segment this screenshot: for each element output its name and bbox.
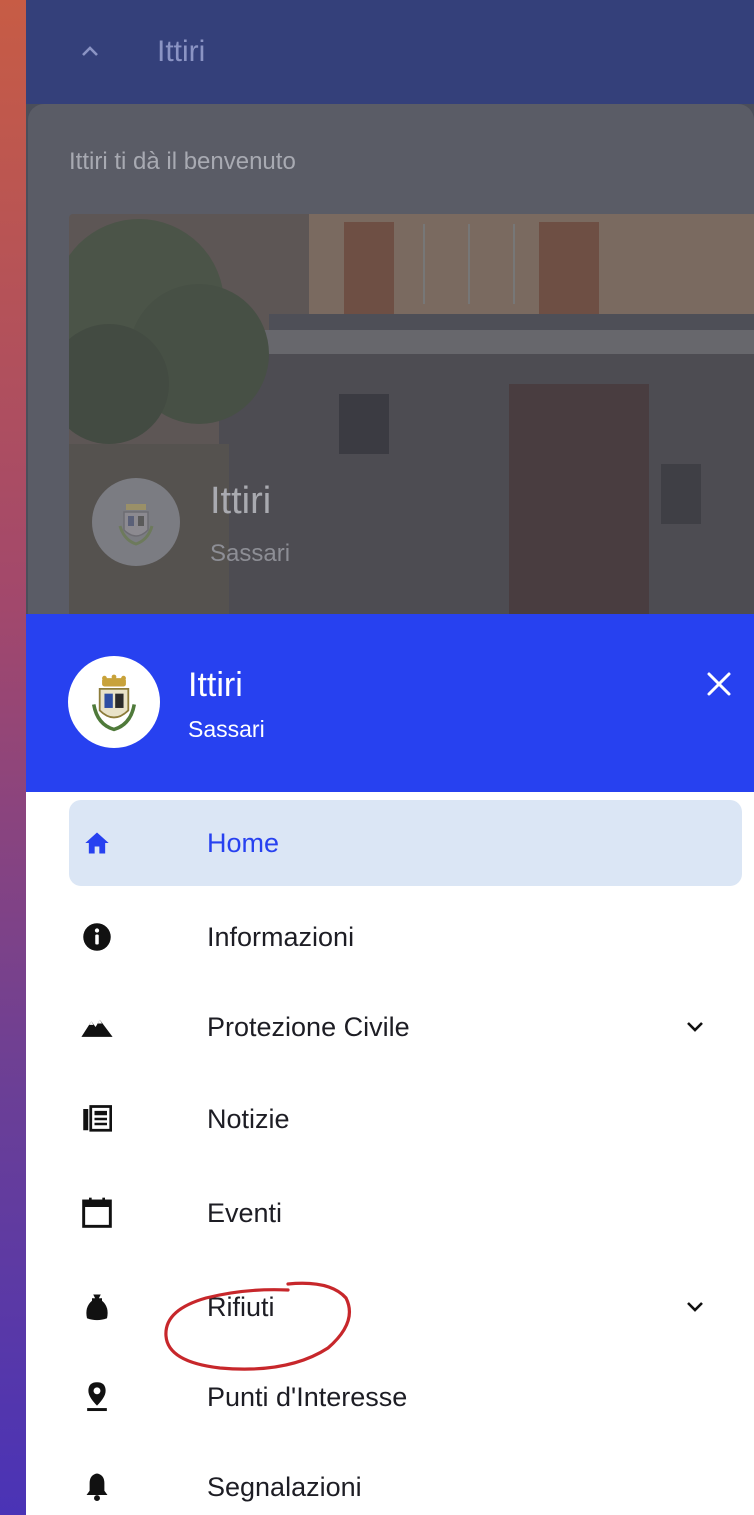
chevron-up-icon[interactable]: [78, 40, 102, 64]
menu-item-label: Home: [207, 827, 280, 858]
town-crest-logo: [92, 478, 180, 566]
map-pin-icon: [79, 1379, 115, 1415]
app-bar-title: Ittiri: [157, 35, 206, 68]
phone-screen: Ittiri Ittiri ti dà il benvenuto Ittiri …: [26, 0, 754, 1515]
menu-item-label: Eventi: [207, 1197, 283, 1228]
menu-item-informazioni[interactable]: Informazioni: [69, 894, 742, 980]
menu-item-segnalazioni[interactable]: Segnalazioni: [69, 1444, 742, 1515]
trash-bag-icon: [79, 1289, 115, 1325]
menu-item-label: Notizie: [207, 1103, 290, 1134]
town-hall-photo: [69, 214, 754, 614]
town-crest-logo: [68, 656, 160, 748]
newspaper-icon: [79, 1101, 115, 1137]
drawer-menu: Home Informazioni Protezione Civile Noti…: [26, 792, 754, 1515]
menu-item-punti-interesse[interactable]: Punti d'Interesse: [69, 1354, 742, 1440]
hero-subtitle: Sassari: [210, 540, 291, 567]
mountain-icon: [79, 1009, 115, 1045]
menu-item-protezione-civile[interactable]: Protezione Civile: [69, 984, 742, 1070]
menu-item-eventi[interactable]: Eventi: [69, 1170, 742, 1256]
drawer-subtitle: Sassari: [188, 716, 265, 742]
menu-item-notizie[interactable]: Notizie: [69, 1076, 742, 1162]
menu-item-home[interactable]: Home: [69, 800, 742, 886]
menu-item-label: Protezione Civile: [207, 1011, 410, 1042]
bell-icon: [79, 1469, 115, 1505]
drawer-header: Ittiri Sassari: [26, 614, 754, 792]
hero-title: Ittiri: [210, 480, 272, 522]
drawer-title: Ittiri: [188, 666, 243, 704]
chevron-down-icon[interactable]: [683, 1295, 707, 1319]
menu-item-label: Informazioni: [207, 921, 355, 952]
info-icon: [79, 919, 115, 955]
menu-item-label: Punti d'Interesse: [207, 1381, 408, 1412]
close-button[interactable]: [702, 667, 736, 701]
home-icon: [79, 825, 115, 861]
chevron-down-icon[interactable]: [683, 1015, 707, 1039]
welcome-text: Ittiri ti dà il benvenuto: [69, 148, 296, 175]
calendar-icon: [79, 1195, 115, 1231]
menu-item-rifiuti[interactable]: Rifiuti: [69, 1264, 742, 1350]
app-bar: Ittiri: [26, 0, 754, 104]
close-icon: [707, 672, 731, 696]
menu-item-label: Segnalazioni: [207, 1471, 362, 1502]
menu-item-label: Rifiuti: [207, 1291, 275, 1322]
